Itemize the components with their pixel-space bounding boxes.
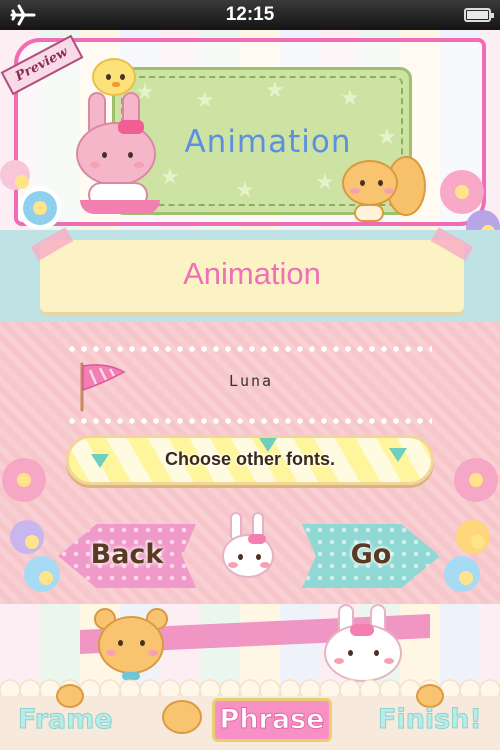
lace-divider [68,346,432,352]
flower-decoration-icon [2,458,46,502]
star-decoration-icon: ★ [235,178,255,203]
flower-decoration-icon [24,556,60,592]
status-time: 12:15 [225,4,275,25]
battery-icon [464,8,494,22]
status-bar: 12:15 [0,0,500,30]
flower-decoration-icon [440,170,484,214]
tab-finish[interactable]: Finish! [378,704,483,736]
selected-font-name: Luna [228,372,274,390]
white-bunny-character [320,604,410,684]
star-decoration-icon: ★ [340,86,360,111]
flower-decoration-icon [454,458,498,502]
flower-decoration-icon [444,556,480,592]
chick-character [92,58,136,96]
white-bunny-character [218,512,278,590]
tab-frame[interactable]: Frame [18,704,114,736]
preview-sample-text: Animation [184,124,352,160]
pink-bunny-character [70,92,180,222]
lace-divider [68,418,432,424]
tab-phrase-label: Phrase [219,704,325,736]
tab-phrase[interactable]: Phrase [212,698,332,742]
star-decoration-icon: ★ [265,78,285,103]
star-decoration-icon: ★ [315,170,335,195]
go-button-label: Go [350,539,392,570]
choose-other-fonts-button[interactable]: Choose other fonts. [66,435,434,485]
bear-mini-icon [162,700,202,734]
flower-decoration-icon [0,160,30,190]
flower-decoration-icon [456,520,490,554]
back-button-label: Back [90,539,164,570]
star-decoration-icon: ★ [195,88,215,113]
flower-decoration-icon [18,186,62,230]
squirrel-character [336,150,426,226]
choose-other-fonts-label: Choose other fonts. [165,449,335,469]
phrase-text: Animation [183,256,321,291]
pink-flag-icon [80,362,126,412]
star-decoration-icon: ★ [377,125,397,150]
bear-character [92,608,172,682]
flower-decoration-icon [10,520,44,554]
